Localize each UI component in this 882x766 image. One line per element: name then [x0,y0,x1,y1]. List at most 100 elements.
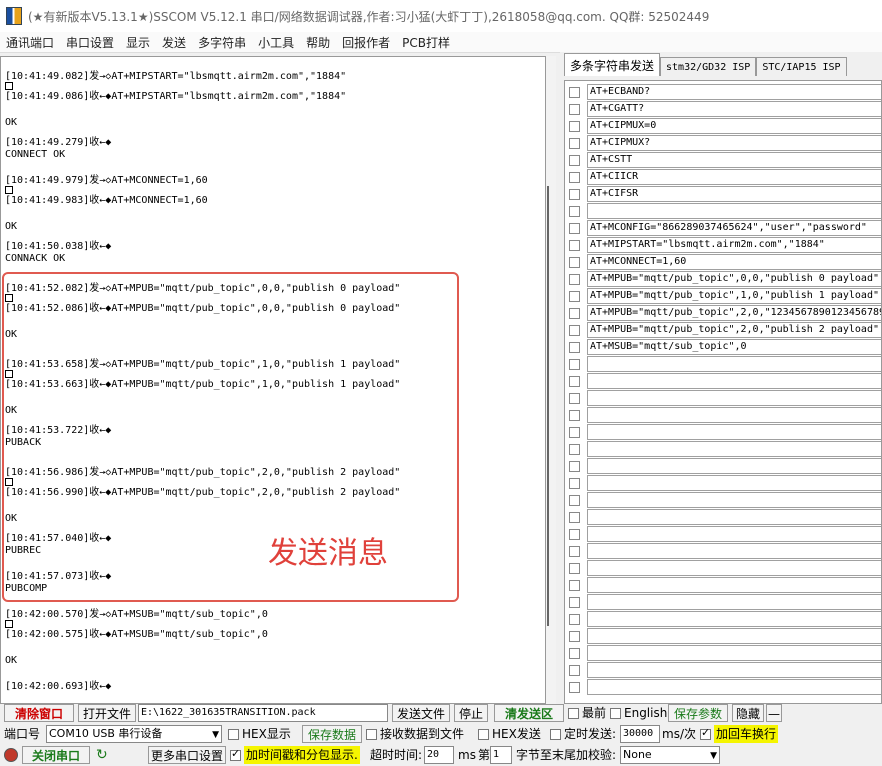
multi-string-checkbox[interactable] [569,512,580,523]
multi-string-input[interactable]: AT+CGATT? [587,101,881,117]
multi-string-checkbox[interactable] [569,138,580,149]
multi-string-input[interactable]: AT+CIICR [587,169,881,185]
multi-string-checkbox[interactable] [569,274,580,285]
multi-string-input[interactable] [587,373,881,389]
refresh-icon[interactable]: ↻ [96,746,108,764]
multi-string-input[interactable] [587,679,881,695]
menu-tools[interactable]: 小工具 [252,34,300,51]
multi-string-input[interactable]: AT+CIFSR [587,186,881,202]
stop-button[interactable]: 停止 [454,704,488,722]
timeout-input[interactable]: 20 [424,746,454,764]
menu-pcb[interactable]: PCB打样 [396,34,456,51]
multi-string-input[interactable] [587,611,881,627]
multi-string-checkbox[interactable] [569,631,580,642]
multi-string-input[interactable] [587,543,881,559]
multi-string-checkbox[interactable] [569,614,580,625]
multi-string-checkbox[interactable] [569,223,580,234]
multi-string-checkbox[interactable] [569,342,580,353]
multi-string-checkbox[interactable] [569,325,580,336]
menu-serial-settings[interactable]: 串口设置 [60,34,120,51]
multi-string-checkbox[interactable] [569,546,580,557]
multi-string-checkbox[interactable] [569,121,580,132]
multi-string-input[interactable] [587,356,881,372]
multi-string-checkbox[interactable] [569,393,580,404]
multi-string-input[interactable]: AT+MPUB="mqtt/pub_topic",2,0,"publish 2 … [587,322,881,338]
save-data-button[interactable]: 保存数据 [302,725,362,743]
recv-to-file-checkbox[interactable] [366,729,377,740]
menu-feedback[interactable]: 回报作者 [336,34,396,51]
clear-send-button[interactable]: 清发送区 [494,704,564,722]
multi-string-checkbox[interactable] [569,206,580,217]
timestamp-checkbox[interactable] [230,747,241,761]
multi-string-input[interactable] [587,577,881,593]
multi-string-checkbox[interactable] [569,172,580,183]
multi-string-input[interactable]: AT+CIPMUX? [587,135,881,151]
byte-index-input[interactable]: 1 [490,746,512,764]
open-file-button[interactable]: 打开文件 [78,704,136,722]
menu-port[interactable]: 通讯端口 [0,34,60,51]
multi-string-checkbox[interactable] [569,257,580,268]
multi-string-checkbox[interactable] [569,87,580,98]
multi-string-input[interactable]: AT+MCONNECT=1,60 [587,254,881,270]
timed-send-checkbox[interactable] [550,729,561,740]
multi-string-input[interactable] [587,628,881,644]
send-file-button[interactable]: 发送文件 [392,704,450,722]
collapse-button[interactable]: — [766,704,782,722]
interval-input[interactable]: 30000 [620,725,660,743]
multi-string-input[interactable]: AT+CIPMUX=0 [587,118,881,134]
multi-string-input[interactable] [587,645,881,661]
file-path-input[interactable]: E:\1622_301635TRANSITION.pack [138,704,388,722]
multi-string-input[interactable]: AT+MPUB="mqtt/pub_topic",0,0,"publish 0 … [587,271,881,287]
topmost-checkbox[interactable] [568,708,579,719]
multi-string-checkbox[interactable] [569,563,580,574]
multi-string-checkbox[interactable] [569,529,580,540]
multi-string-input[interactable] [587,390,881,406]
multi-string-checkbox[interactable] [569,189,580,200]
menu-send[interactable]: 发送 [156,34,192,51]
multi-string-checkbox[interactable] [569,291,580,302]
menu-help[interactable]: 帮助 [300,34,336,51]
multi-string-input[interactable] [587,594,881,610]
multi-string-input[interactable]: AT+ECBAND? [587,84,881,100]
add-crlf-checkbox[interactable] [700,726,711,740]
multi-string-checkbox[interactable] [569,444,580,455]
clear-window-button[interactable]: 清除窗口 [4,704,74,722]
multi-string-checkbox[interactable] [569,155,580,166]
multi-string-input[interactable] [587,560,881,576]
tab-stm32-isp[interactable]: stm32/GD32 ISP [660,57,757,76]
more-settings-button[interactable]: 更多串口设置 [148,746,226,764]
multi-string-input[interactable]: AT+MSUB="mqtt/sub_topic",0 [587,339,881,355]
multi-string-checkbox[interactable] [569,376,580,387]
multi-string-input[interactable] [587,458,881,474]
multi-string-checkbox[interactable] [569,648,580,659]
multi-string-checkbox[interactable] [569,308,580,319]
tab-stc-isp[interactable]: STC/IAP15 ISP [756,57,847,76]
multi-string-input[interactable] [587,526,881,542]
multi-string-checkbox[interactable] [569,478,580,489]
multi-string-input[interactable] [587,492,881,508]
log-scroll-thumb[interactable] [547,186,549,626]
multi-string-checkbox[interactable] [569,410,580,421]
tab-multi-string[interactable]: 多条字符串发送 [564,53,661,76]
multi-string-input[interactable] [587,662,881,678]
multi-string-input[interactable]: AT+MCONFIG="866289037465624","user","pas… [587,220,881,236]
multi-string-input[interactable]: AT+MPUB="mqtt/pub_topic",1,0,"publish 1 … [587,288,881,304]
hex-send-checkbox[interactable] [478,729,489,740]
multi-string-input[interactable] [587,475,881,491]
multi-string-input[interactable] [587,424,881,440]
multi-string-input[interactable] [587,509,881,525]
multi-string-input[interactable]: AT+MIPSTART="lbsmqtt.airm2m.com","1884" [587,237,881,253]
english-checkbox[interactable] [610,708,621,719]
multi-string-checkbox[interactable] [569,359,580,370]
multi-string-checkbox[interactable] [569,240,580,251]
menu-multi-string[interactable]: 多字符串 [192,34,252,51]
log-scrollbar[interactable] [546,56,556,704]
multi-string-checkbox[interactable] [569,495,580,506]
multi-string-input[interactable] [587,203,881,219]
multi-string-input[interactable] [587,441,881,457]
multi-string-checkbox[interactable] [569,104,580,115]
hex-display-checkbox[interactable] [228,729,239,740]
multi-string-checkbox[interactable] [569,580,580,591]
menu-display[interactable]: 显示 [120,34,156,51]
port-select[interactable]: COM10 USB 串行设备 ▼ [46,725,222,743]
